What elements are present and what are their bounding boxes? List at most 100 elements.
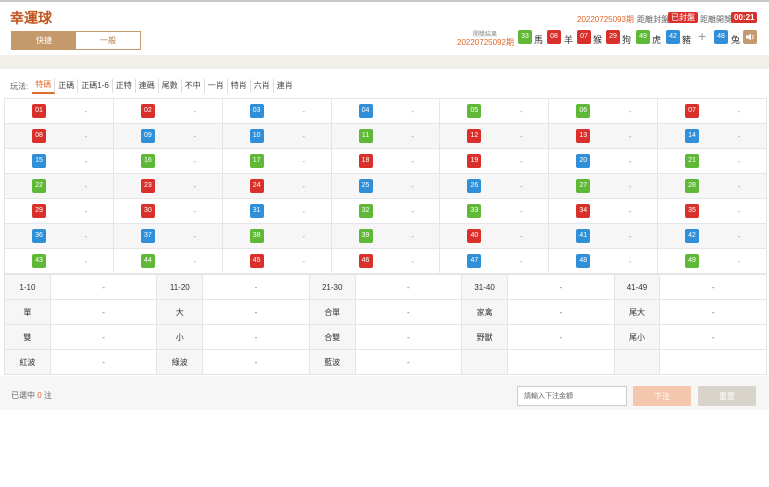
number-ball: 22 bbox=[32, 179, 46, 193]
number-cell[interactable]: 41 - bbox=[548, 223, 659, 249]
attribute-odds[interactable]: - bbox=[202, 324, 310, 350]
place-bet-button[interactable]: 下注 bbox=[633, 386, 691, 406]
table-row: 08 - 09 - 10 - 11 - 12 - 13 - 14 - bbox=[4, 123, 767, 149]
number-cell[interactable]: 38 - bbox=[221, 223, 332, 249]
number-cell[interactable]: 10 - bbox=[221, 123, 332, 149]
number-cell[interactable]: 28 - bbox=[657, 173, 767, 199]
play-label: 玩法: bbox=[10, 81, 29, 91]
number-cell[interactable]: 07 - bbox=[657, 98, 767, 124]
number-cell[interactable]: 36 - bbox=[4, 223, 114, 249]
number-cell[interactable]: 25 - bbox=[330, 173, 441, 199]
tab-linked-number[interactable]: 連碼 bbox=[136, 79, 159, 93]
number-cell[interactable]: 49 - bbox=[657, 248, 767, 274]
number-cell[interactable]: 37 - bbox=[112, 223, 223, 249]
attribute-odds[interactable]: - bbox=[507, 274, 615, 300]
tab-normal-number[interactable]: 正碼 bbox=[55, 79, 79, 93]
speaker-icon[interactable] bbox=[743, 30, 757, 44]
number-cell[interactable]: 08 - bbox=[4, 123, 114, 149]
number-cell[interactable]: 34 - bbox=[548, 198, 659, 224]
number-cell[interactable]: 09 - bbox=[112, 123, 223, 149]
attribute-odds[interactable]: - bbox=[202, 349, 310, 375]
number-cell[interactable]: 03 - bbox=[221, 98, 332, 124]
number-cell[interactable]: 06 - bbox=[548, 98, 659, 124]
reset-button[interactable]: 重置 bbox=[698, 386, 756, 406]
number-ball: 35 bbox=[685, 204, 700, 218]
odds-value: - bbox=[411, 106, 414, 116]
number-cell[interactable]: 40 - bbox=[439, 223, 550, 249]
table-row: 1-10-11-20-21-30-31-40-41-49- bbox=[4, 274, 767, 300]
number-cell[interactable]: 23 - bbox=[112, 173, 223, 199]
attribute-odds[interactable]: - bbox=[49, 274, 158, 300]
attribute-odds[interactable]: - bbox=[49, 299, 158, 325]
number-cell[interactable]: 47 - bbox=[439, 248, 550, 274]
number-cell[interactable]: 19 - bbox=[439, 148, 550, 174]
number-cell[interactable]: 44 - bbox=[112, 248, 223, 274]
attribute-odds[interactable]: - bbox=[507, 299, 615, 325]
number-cell[interactable]: 22 - bbox=[4, 173, 114, 199]
number-cell[interactable]: 02 - bbox=[112, 98, 223, 124]
attribute-odds[interactable]: - bbox=[354, 324, 463, 350]
tab-normal[interactable]: 一般 bbox=[76, 32, 140, 49]
attribute-label bbox=[461, 349, 508, 375]
number-cell[interactable]: 24 - bbox=[221, 173, 332, 199]
number-cell[interactable]: 05 - bbox=[439, 98, 550, 124]
attribute-odds[interactable]: - bbox=[202, 274, 310, 300]
tab-quick[interactable]: 快捷 bbox=[12, 32, 76, 49]
tab-normal-1-6[interactable]: 正碼1-6 bbox=[78, 79, 113, 93]
number-cell[interactable]: 15 - bbox=[4, 148, 114, 174]
attribute-odds[interactable]: - bbox=[659, 324, 767, 350]
number-cell[interactable]: 39 - bbox=[330, 223, 441, 249]
number-ball: 02 bbox=[140, 104, 155, 118]
odds-value: - bbox=[193, 231, 197, 241]
number-cell[interactable]: 14 - bbox=[657, 123, 767, 149]
tab-special-zodiac[interactable]: 特肖 bbox=[228, 79, 251, 93]
odds-value: - bbox=[302, 206, 306, 216]
number-ball: 10 bbox=[249, 129, 264, 143]
number-cell[interactable]: 45 - bbox=[221, 248, 332, 274]
number-cell[interactable]: 29 - bbox=[4, 198, 114, 224]
number-cell[interactable]: 46 - bbox=[330, 248, 441, 274]
number-cell[interactable]: 31 - bbox=[221, 198, 332, 224]
bet-amount-input[interactable] bbox=[517, 386, 627, 406]
tab-special-number[interactable]: 特碼 bbox=[32, 78, 56, 94]
number-cell[interactable]: 33 - bbox=[439, 198, 550, 224]
odds-value: - bbox=[520, 106, 523, 116]
number-cell[interactable]: 30 - bbox=[112, 198, 223, 224]
number-cell[interactable]: 42 - bbox=[657, 223, 767, 249]
attribute-odds[interactable]: - bbox=[354, 299, 463, 325]
tab-six-zodiac[interactable]: 六肖 bbox=[251, 79, 274, 93]
tab-tail-number[interactable]: 尾數 bbox=[159, 79, 182, 93]
number-cell[interactable]: 43 - bbox=[4, 248, 114, 274]
attribute-odds[interactable]: - bbox=[202, 299, 310, 325]
selected-count-text: 已選中 0 注 bbox=[11, 391, 52, 400]
number-ball: 17 bbox=[249, 154, 264, 168]
number-cell[interactable]: 21 - bbox=[657, 148, 767, 174]
number-cell[interactable]: 20 - bbox=[548, 148, 659, 174]
number-cell[interactable]: 35 - bbox=[657, 198, 767, 224]
attribute-odds[interactable]: - bbox=[49, 324, 158, 350]
attribute-odds[interactable]: - bbox=[354, 274, 463, 300]
tab-normal-special[interactable]: 正特 bbox=[113, 79, 136, 93]
number-cell[interactable]: 04 - bbox=[330, 98, 441, 124]
attribute-odds[interactable]: - bbox=[659, 274, 767, 300]
number-cell[interactable]: 48 - bbox=[548, 248, 659, 274]
number-cell[interactable]: 27 - bbox=[548, 173, 659, 199]
number-cell[interactable]: 12 - bbox=[439, 123, 550, 149]
tab-linked-zodiac[interactable]: 連肖 bbox=[274, 79, 296, 93]
number-cell[interactable]: 18 - bbox=[330, 148, 441, 174]
attribute-odds[interactable]: - bbox=[659, 299, 767, 325]
number-cell[interactable]: 16 - bbox=[112, 148, 223, 174]
attribute-odds[interactable]: - bbox=[49, 349, 158, 375]
number-cell[interactable]: 26 - bbox=[439, 173, 550, 199]
number-cell[interactable]: 32 - bbox=[330, 198, 441, 224]
number-cell[interactable]: 01 - bbox=[4, 98, 114, 124]
tab-not-hit[interactable]: 不中 bbox=[182, 79, 205, 93]
number-cell[interactable]: 17 - bbox=[221, 148, 332, 174]
result-zodiac: 猴 bbox=[593, 35, 603, 45]
attribute-odds[interactable]: - bbox=[354, 349, 463, 375]
number-cell[interactable]: 13 - bbox=[548, 123, 659, 149]
tab-one-zodiac[interactable]: 一肖 bbox=[205, 79, 228, 93]
number-ball: 48 bbox=[576, 254, 591, 268]
number-cell[interactable]: 11 - bbox=[330, 123, 441, 149]
attribute-odds[interactable]: - bbox=[507, 324, 615, 350]
